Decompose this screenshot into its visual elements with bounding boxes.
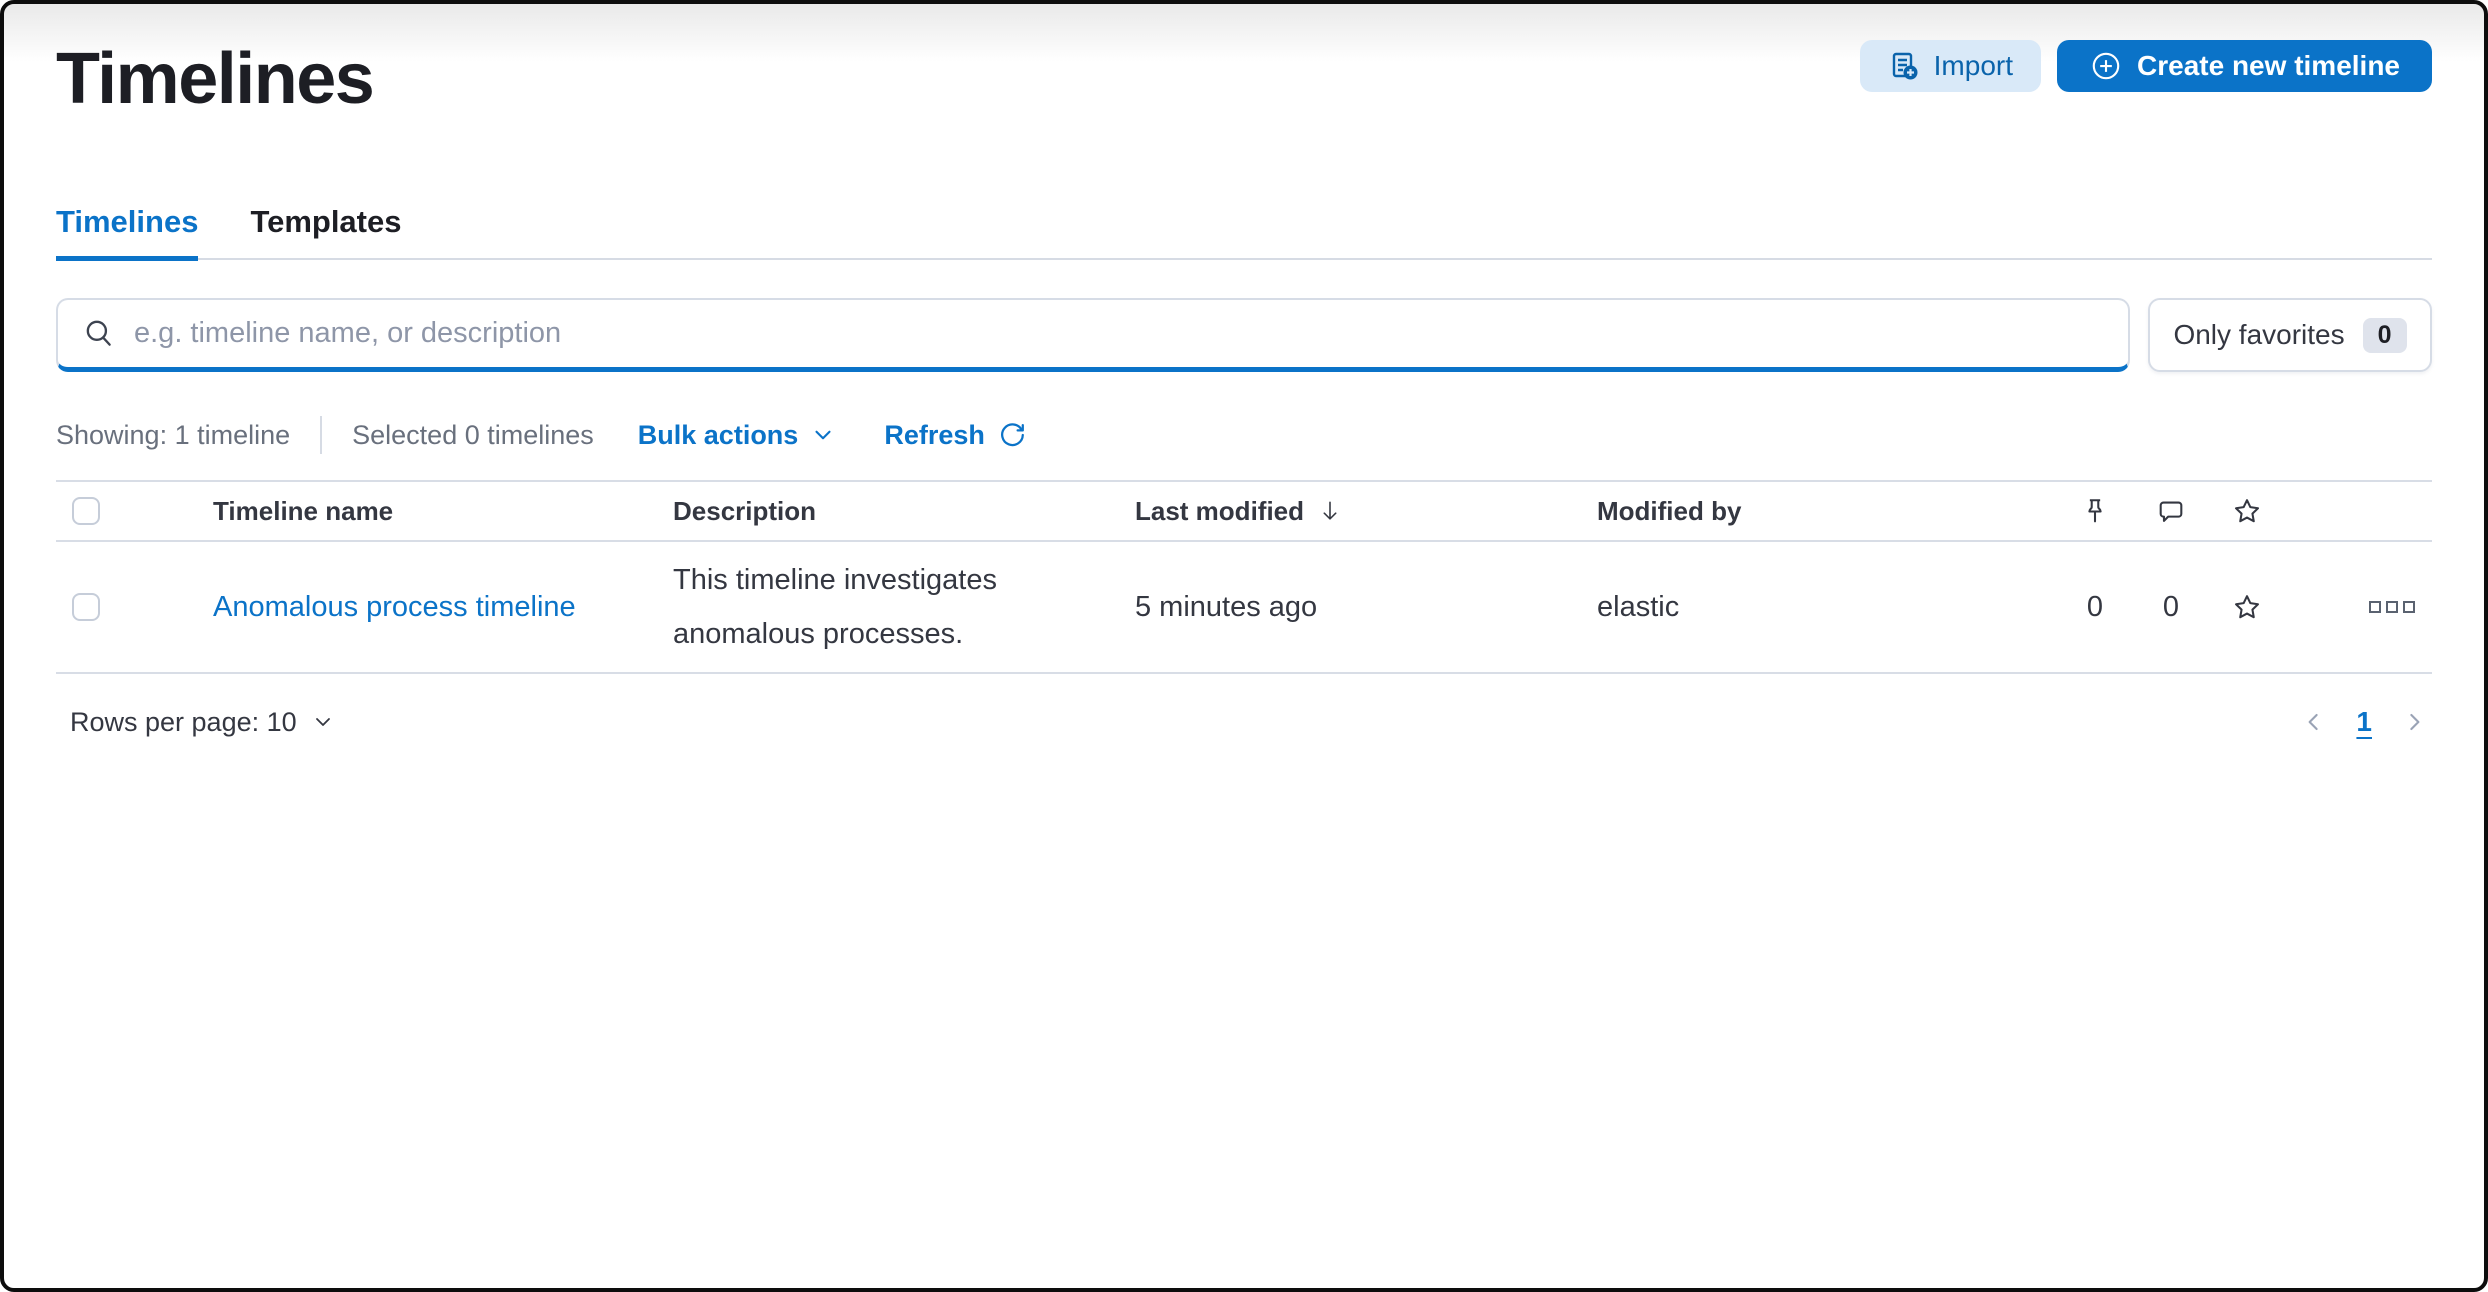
page-title: Timelines: [56, 39, 375, 119]
header-actions: Import Create new timeline: [1859, 40, 2432, 92]
table-footer: Rows per page: 10 1: [56, 706, 2432, 738]
comment-count: 0: [2162, 590, 2180, 623]
import-button-label: Import: [1933, 50, 2014, 81]
header-pin-column: [2057, 496, 2133, 526]
search-box: [56, 298, 2130, 372]
page-header: Timelines Import Create new timeline: [56, 4, 2432, 120]
create-button-label: Create new timeline: [2137, 50, 2400, 81]
refresh-button[interactable]: Refresh: [884, 420, 1027, 451]
import-button[interactable]: Import: [1859, 40, 2042, 92]
pagination: 1: [2300, 706, 2428, 738]
row-checkbox[interactable]: [72, 593, 100, 621]
star-icon: [2232, 496, 2262, 526]
plus-in-circle-icon: [2089, 49, 2123, 83]
table-row: Anomalous process timeline This timeline…: [56, 542, 2432, 674]
sort-down-icon: [1316, 497, 1344, 525]
search-row: Only favorites 0: [56, 298, 2432, 372]
timeline-name-link[interactable]: Anomalous process timeline: [213, 591, 576, 623]
header-favorite-column: [2209, 496, 2285, 526]
table-header-row: Timeline name Description Last modified …: [56, 480, 2432, 542]
only-favorites-label: Only favorites: [2173, 319, 2345, 350]
pinned-count: 0: [2086, 590, 2104, 623]
row-actions-button[interactable]: [2368, 598, 2416, 616]
chevron-down-icon: [311, 710, 335, 734]
rows-per-page-label: Rows per page: 10: [70, 706, 297, 737]
selected-count-text: Selected 0 timelines: [352, 419, 594, 450]
header-timeline-name[interactable]: Timeline name: [213, 496, 673, 527]
bulk-actions-button[interactable]: Bulk actions: [638, 420, 837, 451]
header-comments-column: [2133, 496, 2209, 526]
showing-count-text: Showing: 1 timeline: [56, 419, 291, 450]
search-icon: [82, 317, 116, 351]
chevron-right-icon[interactable]: [2400, 708, 2428, 736]
tab-templates[interactable]: Templates: [250, 202, 401, 261]
tab-bar: Timelines Templates: [56, 202, 2432, 261]
timeline-last-modified: 5 minutes ago: [1135, 590, 1318, 623]
timeline-modified-by: elastic: [1597, 590, 1680, 623]
page-number-1[interactable]: 1: [2356, 706, 2372, 738]
utility-bar: Showing: 1 timeline Selected 0 timelines…: [56, 416, 2432, 454]
import-icon: [1888, 50, 1920, 82]
header-last-modified-label: Last modified: [1135, 495, 1305, 526]
refresh-label: Refresh: [884, 419, 985, 450]
select-all-checkbox[interactable]: [72, 497, 100, 525]
only-favorites-button[interactable]: Only favorites 0: [2148, 298, 2432, 372]
pin-icon: [2080, 496, 2110, 526]
comment-icon: [2156, 496, 2186, 526]
favorites-count-badge: 0: [2362, 317, 2407, 353]
search-input[interactable]: [134, 317, 2104, 350]
header-description[interactable]: Description: [673, 496, 1135, 527]
refresh-icon: [997, 420, 1027, 450]
chevron-down-icon: [810, 422, 836, 448]
favorite-star-button[interactable]: [2232, 592, 2262, 622]
create-new-timeline-button[interactable]: Create new timeline: [2057, 40, 2432, 92]
timelines-page: Timelines Import Create new timeline Tim…: [4, 4, 2484, 738]
vertical-divider: [320, 416, 323, 454]
timeline-description: This timeline investigates anomalous pro…: [673, 564, 997, 650]
header-last-modified[interactable]: Last modified: [1135, 496, 1597, 527]
rows-per-page-button[interactable]: Rows per page: 10: [70, 707, 335, 738]
header-modified-by[interactable]: Modified by: [1597, 496, 2057, 527]
app-window: Timelines Import Create new timeline Tim…: [0, 0, 2488, 1292]
bulk-actions-label: Bulk actions: [637, 419, 799, 450]
timelines-table: Timeline name Description Last modified …: [56, 480, 2432, 674]
chevron-left-icon[interactable]: [2300, 708, 2328, 736]
tab-timelines[interactable]: Timelines: [56, 202, 199, 261]
